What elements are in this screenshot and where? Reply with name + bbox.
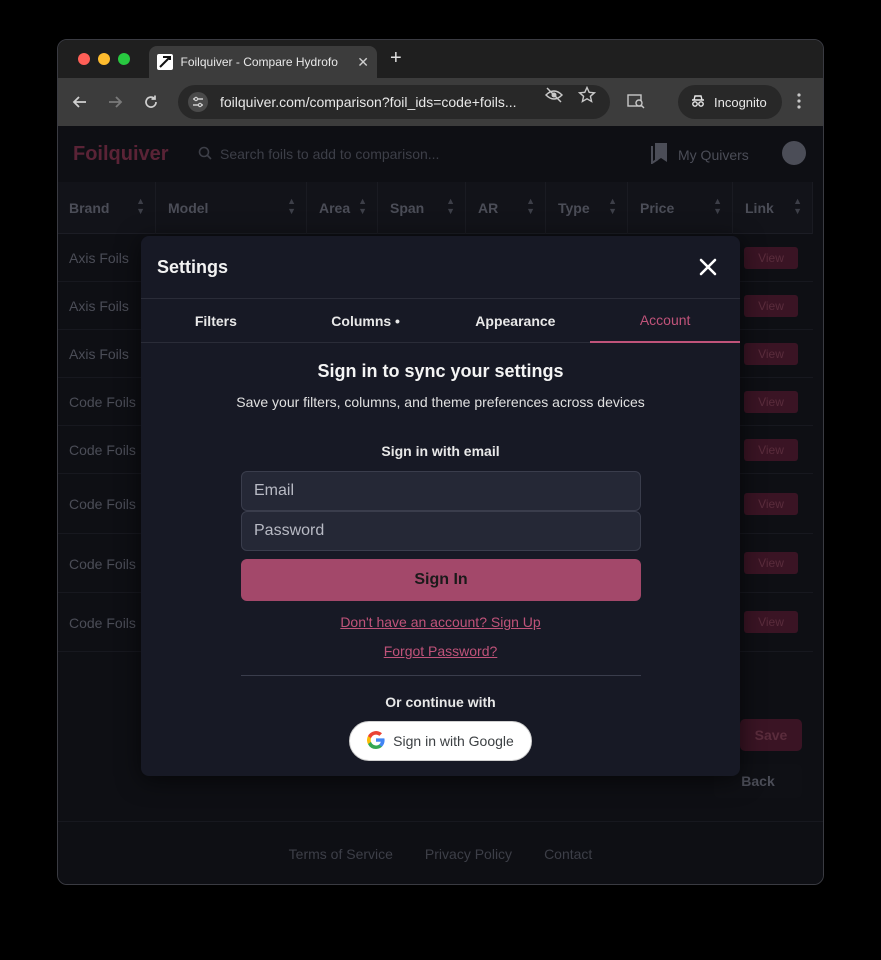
sync-title: Sign in to sync your settings [317, 361, 564, 381]
eye-off-icon[interactable] [544, 86, 564, 108]
sort-arrows-icon[interactable]: ▲ ▼ [287, 196, 296, 216]
forgot-password-link[interactable]: Forgot Password? [141, 643, 740, 659]
column-model[interactable]: Model ▲ ▼ [157, 182, 307, 234]
brand-cell: Code Foils [69, 496, 136, 512]
view-link-button[interactable]: View [744, 247, 798, 269]
close-window-button[interactable] [78, 53, 90, 65]
contact-link[interactable]: Contact [544, 846, 592, 862]
view-link-button[interactable]: View [744, 343, 798, 365]
column-span[interactable]: Span ▲ ▼ [379, 182, 466, 234]
sort-arrows-icon[interactable]: ▲ ▼ [608, 196, 617, 216]
google-sign-in-label: Sign in with Google [393, 733, 514, 749]
my-quivers-label: My Quivers [678, 146, 749, 163]
close-icon[interactable] [697, 256, 719, 278]
search-icon [198, 146, 212, 163]
view-link-button[interactable]: View [744, 552, 798, 574]
close-tab-icon[interactable]: ✕ [357, 54, 369, 71]
tab-account[interactable]: Account [590, 299, 740, 343]
view-link-button[interactable]: View [744, 611, 798, 633]
brand-cell: Code Foils [69, 442, 136, 458]
sort-arrows-icon[interactable]: ▲ ▼ [358, 196, 367, 216]
search-tabs-icon[interactable] [627, 92, 645, 114]
incognito-label: Incognito [714, 94, 767, 110]
terms-link[interactable]: Terms of Service [289, 846, 393, 862]
sort-arrows-icon[interactable]: ▲ ▼ [136, 196, 145, 216]
column-area[interactable]: Area ▲ ▼ [308, 182, 378, 234]
settings-tabs: Filters Columns • Appearance Account [141, 299, 740, 343]
google-sign-in-button[interactable]: Sign in with Google [349, 721, 532, 761]
new-tab-icon[interactable]: + [390, 48, 402, 68]
tab-strip: Foilquiver - Compare Hydrofo ✕ + [58, 40, 823, 78]
reload-icon[interactable] [141, 92, 161, 112]
search-placeholder: Search foils to add to comparison... [220, 146, 440, 162]
email-field[interactable] [241, 471, 641, 511]
site-info-icon[interactable] [188, 92, 208, 112]
column-ar[interactable]: AR ▲ ▼ [467, 182, 546, 234]
modal-header: Settings [141, 236, 740, 299]
sign-in-button[interactable]: Sign In [241, 559, 641, 601]
tab-columns[interactable]: Columns • [291, 299, 441, 343]
sync-subtitle: Save your filters, columns, and theme pr… [236, 394, 645, 410]
footer: Terms of Service Privacy Policy Contact [58, 821, 823, 884]
privacy-link[interactable]: Privacy Policy [425, 846, 512, 862]
brand-cell: Axis Foils [69, 346, 129, 362]
brand-cell: Axis Foils [69, 298, 129, 314]
column-brand[interactable]: Brand ▲ ▼ [58, 182, 156, 234]
incognito-badge[interactable]: Incognito [678, 85, 782, 119]
view-link-button[interactable]: View [744, 391, 798, 413]
sign-up-link[interactable]: Don't have an account? Sign Up [141, 614, 740, 630]
my-quivers-link[interactable]: My Quivers [650, 142, 749, 167]
sort-arrows-icon[interactable]: ▲ ▼ [446, 196, 455, 216]
url-text: foilquiver.com/comparison?foil_ids=code+… [220, 94, 517, 110]
brand-cell: Code Foils [69, 394, 136, 410]
modal-title: Settings [157, 257, 229, 277]
column-type[interactable]: Type ▲ ▼ [547, 182, 628, 234]
view-link-button[interactable]: View [744, 439, 798, 461]
forward-arrow-icon[interactable] [105, 92, 125, 112]
tab-filters[interactable]: Filters [141, 299, 291, 343]
maximize-window-button[interactable] [118, 53, 130, 65]
sort-arrows-icon[interactable]: ▲ ▼ [713, 196, 722, 216]
app-header: Foilquiver Search foils to add to compar… [58, 126, 823, 182]
foil-search-input[interactable]: Search foils to add to comparison... [198, 138, 498, 170]
table-header: Brand ▲ ▼ Model ▲ ▼ Area ▲ ▼ Span ▲ ▼ AR ▲ ▼ Type ▲… [58, 182, 813, 234]
brand-cell: Code Foils [69, 556, 136, 572]
incognito-icon [690, 93, 706, 112]
view-link-button[interactable]: View [744, 295, 798, 317]
brand-cell: Axis Foils [69, 250, 129, 266]
settings-modal: Settings Filters Columns • Appearance Ac… [141, 236, 740, 776]
more-menu-icon[interactable] [796, 92, 802, 114]
google-g-icon [367, 730, 385, 752]
user-account-icon[interactable] [782, 141, 806, 165]
logo[interactable]: Foilquiver [73, 143, 169, 166]
save-button[interactable]: Save [740, 719, 802, 751]
minimize-window-button[interactable] [98, 53, 110, 65]
column-link[interactable]: Link ▲ ▼ [734, 182, 813, 234]
tab-title: Foilquiver - Compare Hydrofo [180, 55, 338, 69]
tab-appearance[interactable]: Appearance [441, 299, 591, 343]
browser-tab[interactable]: Foilquiver - Compare Hydrofo ✕ [149, 46, 377, 78]
continue-with-label: Or continue with [385, 694, 496, 710]
email-section-label: Sign in with email [381, 443, 500, 459]
divider [241, 675, 641, 676]
foilquiver-favicon-icon [157, 54, 173, 70]
back-arrow-icon[interactable] [70, 92, 90, 112]
view-link-button[interactable]: View [744, 493, 798, 515]
sort-arrows-icon[interactable]: ▲ ▼ [793, 196, 802, 216]
brand-cell: Code Foils [69, 615, 136, 631]
sort-arrows-icon[interactable]: ▲ ▼ [526, 196, 535, 216]
bookmark-star-icon[interactable] [577, 85, 597, 108]
bookmarks-icon [650, 142, 670, 167]
password-field[interactable] [241, 511, 641, 551]
browser-toolbar: foilquiver.com/comparison?foil_ids=code+… [58, 78, 823, 126]
column-price[interactable]: Price ▲ ▼ [629, 182, 733, 234]
